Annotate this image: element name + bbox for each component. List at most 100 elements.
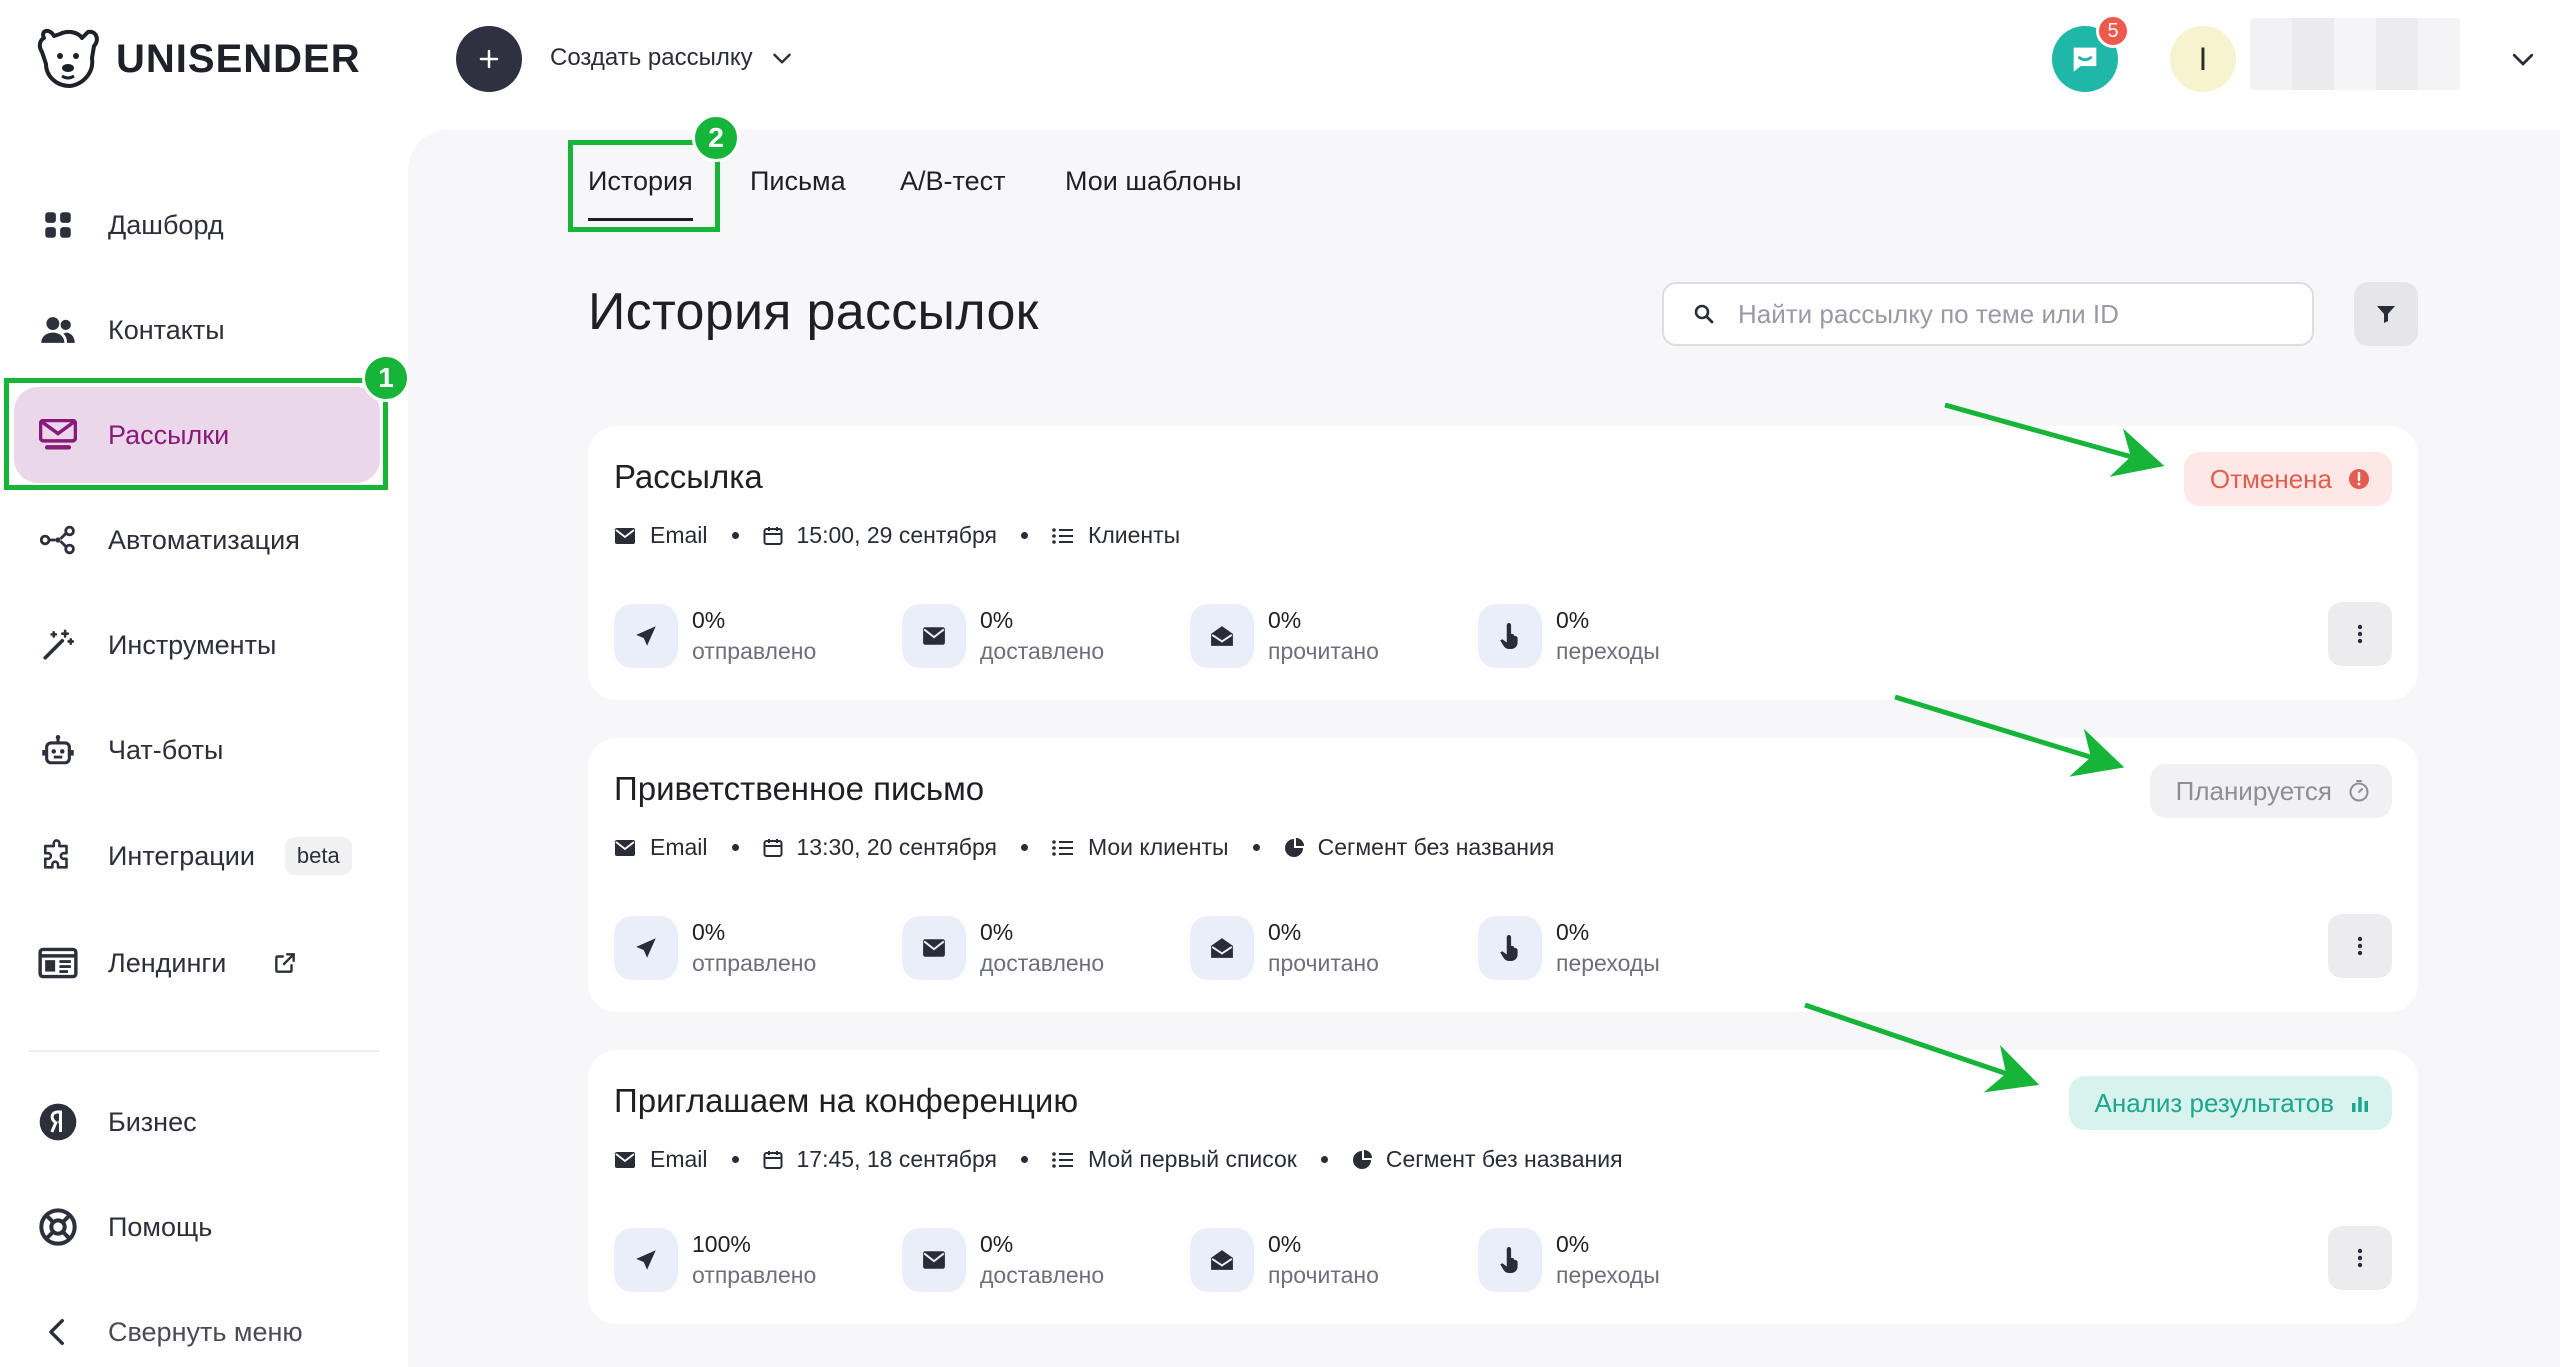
account-menu-toggle[interactable]: [2508, 44, 2538, 79]
status-badge: Анализ результатов: [2068, 1076, 2392, 1130]
stat-opened: 0% прочитано: [1190, 604, 1478, 668]
stat-sent: 0% отправлено: [614, 916, 902, 980]
envelope-icon: [614, 527, 636, 545]
annotation-badge-1: 1: [362, 354, 410, 402]
mailing-meta: Email 15:00, 29 сентября Клиенты: [614, 522, 1180, 549]
sidebar-item-label: Чат-боты: [108, 734, 224, 765]
create-mailing-dropdown[interactable]: Создать рассылку: [550, 44, 795, 72]
stat-label: доставлено: [980, 1262, 1105, 1288]
stat-value: 0%: [1556, 1231, 1590, 1257]
sidebar-item-automation[interactable]: Автоматизация: [14, 492, 380, 588]
stat-opened: 0% прочитано: [1190, 916, 1478, 980]
alert-icon: [2349, 469, 2369, 489]
separator-dot: [1020, 1156, 1028, 1163]
account-name-blurred[interactable]: [2250, 18, 2460, 90]
stat-label: доставлено: [980, 950, 1105, 976]
mailing-meta: Email 13:30, 20 сентября Мои клиенты Сег…: [614, 834, 1554, 861]
stat-label: прочитано: [1268, 950, 1379, 976]
top-header: UNISENDER Создать рассылку 5 I: [0, 0, 2560, 120]
segment-pie-icon: [1284, 837, 1304, 858]
stat-delivered: 0% доставлено: [902, 604, 1190, 668]
search-input[interactable]: [1738, 298, 2298, 330]
contacts-icon: [38, 310, 78, 350]
sidebar-item-label: Интеграции: [108, 840, 255, 871]
open-envelope-icon: [1190, 916, 1254, 980]
more-options-button[interactable]: [2328, 1226, 2392, 1290]
sidebar-item-dashboard[interactable]: Дашборд: [14, 177, 380, 273]
mailing-card[interactable]: Приветственное письмо Email 13:30, 20 се…: [588, 738, 2418, 1012]
sidebar-item-help[interactable]: Помощь: [14, 1179, 380, 1275]
filter-icon: [2377, 306, 2395, 323]
sidebar-item-landings[interactable]: Лендинги: [14, 915, 380, 1011]
sidebar-item-tools[interactable]: Инструменты: [14, 597, 380, 693]
sidebar-item-business[interactable]: Бизнес: [14, 1074, 380, 1170]
stat-value: 100%: [692, 1231, 751, 1257]
chevron-down-icon: [772, 53, 791, 64]
sidebar-item-label: Дашборд: [108, 209, 224, 240]
mailing-title[interactable]: Рассылка: [614, 458, 763, 496]
sidebar-item-label: Инструменты: [108, 629, 277, 660]
mailing-channel: Email: [650, 1146, 708, 1172]
stats-row: 100% отправлено 0% доставлено 0% прочитано …: [614, 1228, 1766, 1292]
sidebar-item-label: Бизнес: [108, 1106, 197, 1137]
sidebar-item-integrations[interactable]: Интеграции beta: [14, 808, 380, 904]
pointer-hand-icon: [1478, 1228, 1542, 1292]
stat-value: 0%: [1268, 1231, 1302, 1257]
stat-sent: 100% отправлено: [614, 1228, 902, 1292]
send-icon: [614, 916, 678, 980]
more-options-button[interactable]: [2328, 602, 2392, 666]
sidebar-item-chatbots[interactable]: Чат-боты: [14, 702, 380, 798]
tab-ab-test[interactable]: A/B-тест: [900, 166, 1005, 197]
brand-logo[interactable]: UNISENDER: [36, 24, 361, 94]
robot-icon: [38, 730, 78, 770]
kebab-menu-icon: [2357, 624, 2363, 644]
dog-logo-icon: [37, 29, 99, 88]
mailing-card[interactable]: Рассылка Email 15:00, 29 сентября Клиент…: [588, 426, 2418, 700]
list-icon: [1052, 839, 1074, 857]
stat-clicks: 0% переходы: [1478, 1228, 1766, 1292]
tab-letters[interactable]: Письма: [750, 166, 846, 197]
avatar[interactable]: I: [2170, 26, 2236, 92]
sidebar-item-contacts[interactable]: Контакты: [14, 282, 380, 378]
separator-dot: [731, 844, 739, 851]
calendar-icon: [763, 838, 783, 858]
tab-my-templates[interactable]: Мои шаблоны: [1065, 166, 1242, 197]
annotation-highlight-mailings: [4, 378, 388, 490]
separator-dot: [731, 532, 739, 539]
stat-label: переходы: [1556, 638, 1660, 664]
stat-clicks: 0% переходы: [1478, 604, 1766, 668]
separator-dot: [1020, 532, 1028, 539]
beta-badge: beta: [284, 837, 352, 875]
dashboard-icon: [38, 205, 78, 245]
notification-badge: 5: [2096, 14, 2130, 48]
create-mailing-button[interactable]: [456, 26, 522, 92]
sidebar-item-label: Автоматизация: [108, 524, 300, 555]
list-icon: [1052, 1151, 1074, 1169]
stat-value: 0%: [1556, 607, 1590, 633]
filter-button[interactable]: [2354, 282, 2418, 346]
stat-value: 0%: [692, 919, 726, 945]
status-label: Анализ результатов: [2094, 1087, 2334, 1118]
mailing-title[interactable]: Приглашаем на конференцию: [614, 1082, 1078, 1120]
sidebar-item-label: Помощь: [108, 1211, 213, 1242]
mailing-meta: Email 17:45, 18 сентября Мой первый спис…: [614, 1146, 1623, 1173]
stat-label: прочитано: [1268, 1262, 1379, 1288]
search-icon: [1694, 304, 1714, 324]
pointer-hand-icon: [1478, 604, 1542, 668]
envelope-icon: [614, 839, 636, 857]
chat-icon: [2073, 47, 2097, 72]
mailing-card[interactable]: Приглашаем на конференцию Email 17:45, 1…: [588, 1050, 2418, 1324]
stat-label: доставлено: [980, 638, 1105, 664]
search-box[interactable]: [1662, 282, 2314, 346]
stat-value: 0%: [1268, 919, 1302, 945]
chevron-down-icon: [2512, 53, 2534, 66]
mailing-title[interactable]: Приветственное письмо: [614, 770, 984, 808]
create-mailing-label: Создать рассылку: [550, 44, 753, 71]
more-options-button[interactable]: [2328, 914, 2392, 978]
open-envelope-icon: [1190, 604, 1254, 668]
envelope-icon: [902, 1228, 966, 1292]
collapse-menu-button[interactable]: Свернуть меню: [14, 1284, 380, 1367]
mailing-channel: Email: [650, 522, 708, 548]
envelope-icon: [902, 604, 966, 668]
automation-icon: [38, 520, 78, 560]
